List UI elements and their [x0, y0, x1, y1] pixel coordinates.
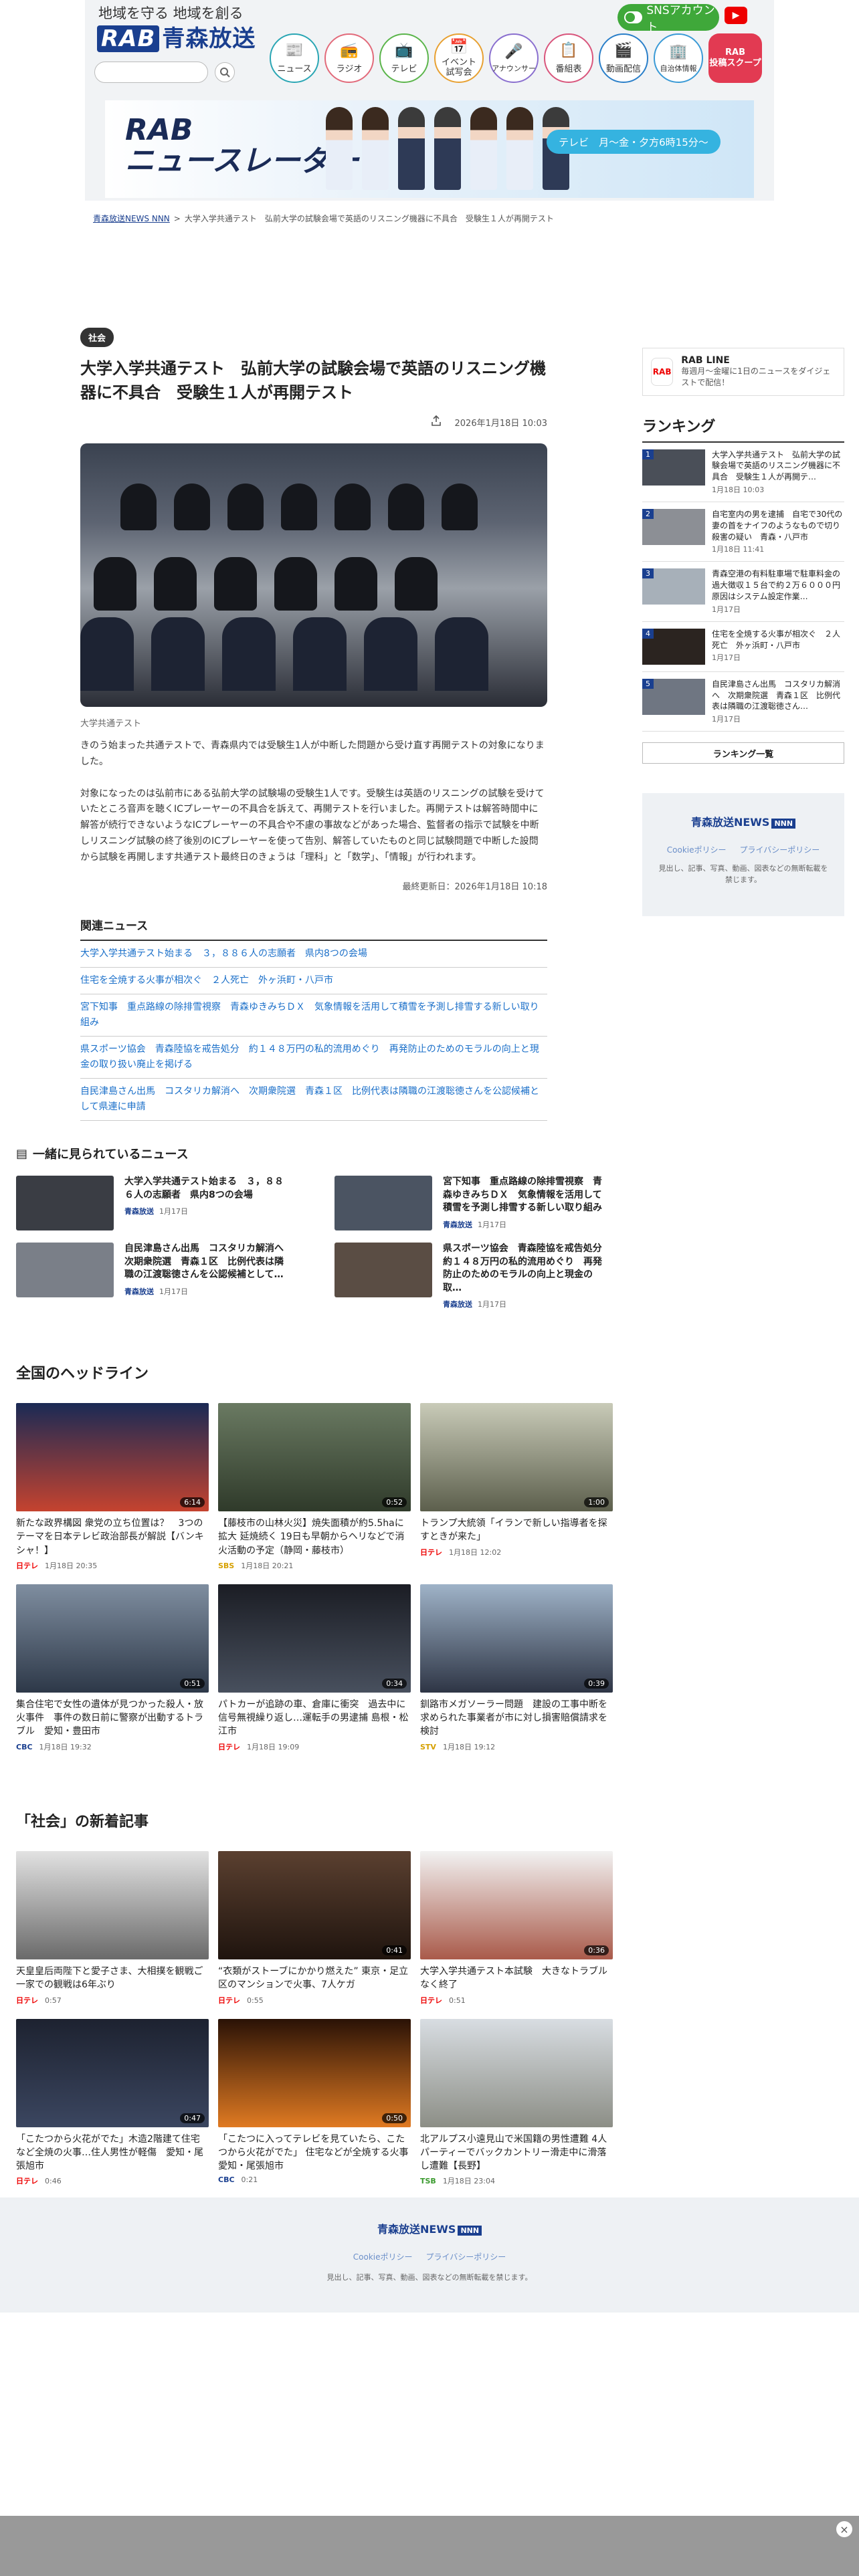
news-card[interactable]: 0:51 集合住宅で女性の遺体が見つかった殺人・放火事件 事件の数日前に警察が出動…	[16, 1584, 209, 1752]
rab-line-logo: RAB	[651, 357, 674, 386]
news-card[interactable]: 大学入学共通テスト始まる ３，８８６人の志願者 県内8つの会場 青森放送 1月17日	[16, 1176, 292, 1230]
anchors-image	[326, 107, 569, 190]
together-heading: 一緒に見られているニュース	[33, 1148, 189, 1162]
ranking-item[interactable]: 1 大学入学共通テスト 弘前大学の試験会場で英語のリスニング機器に不具合 受験生１…	[642, 443, 844, 502]
news-card[interactable]: 0:52 【藤枝市の山林火災】焼失面積が約5.5haに拡大 延焼続く 19日も早朝…	[218, 1403, 411, 1571]
building-icon: 🏢	[669, 43, 688, 60]
microphone-icon: 🎤	[504, 43, 523, 60]
news-card[interactable]: 北アルプス小遠見山で米国籍の男性遭難 4人パーティーでバックカントリー滑走中に滑…	[420, 2018, 613, 2187]
society-news: 「社会」の新着記事 天皇皇后両陛下と愛子さま、大相撲を観戦ご一家での観戦は6年ぶ…	[16, 1810, 613, 2187]
national-headlines: 全国のヘッドライン 6:14 新たな政界構図 衆党の立ち位置は？ 3つのテーマを日…	[16, 1362, 613, 1752]
sns-account-button[interactable]: SNSアカウント	[617, 4, 719, 34]
paragraph: きのう始まった共通テストで、青森県内では受験生1人が中断した問題から受け直す再開…	[80, 740, 545, 767]
nav-program-guide[interactable]: 📋 番組表	[544, 33, 593, 83]
nav-events[interactable]: 📅 イベント 試写会	[434, 33, 484, 83]
sidebar-brand-box: 青森放送NEWS NNN Cookieポリシー プライバシーポリシー 見出し、記事、…	[642, 793, 844, 917]
news-card[interactable]: 天皇皇后両陛下と愛子さま、大相撲を観戦ご一家での観戦は6年ぶり 日テレ 0:57	[16, 1851, 209, 2006]
privacy-policy-link[interactable]: プライバシーポリシー	[739, 844, 820, 855]
youtube-icon[interactable]: ▶	[725, 7, 747, 24]
search-icon[interactable]	[215, 62, 235, 82]
related-link[interactable]: 大学入学共通テスト始まる ３，８８６人の志願者 県内8つの会場	[80, 941, 547, 968]
article-body: きのう始まった共通テストで、青森県内では受験生1人が中断した問題から受け直す再開…	[80, 738, 547, 866]
category-badge[interactable]: 社会	[80, 328, 114, 347]
ranking-more-button[interactable]: ランキング一覧	[642, 742, 844, 764]
news-card[interactable]: 県スポーツ協会 青森陸協を戒告処分 約１４８万円の私的流用めぐり 再発防止のため…	[335, 1243, 611, 1309]
brand-logo: 青森放送NEWS NNN	[642, 813, 844, 829]
related-link[interactable]: 宮下知事 重点路線の除排雪視察 青森ゆきみちＤＸ 気象情報を活用して積雪を予測し…	[80, 994, 547, 1037]
news-card[interactable]: 0:50 「こたつに入ってテレビを見ていたら、こたつから火花がでた」 住宅などが全…	[218, 2018, 417, 2187]
footer-cookie-link[interactable]: Cookieポリシー	[353, 2251, 413, 2262]
nav-radio[interactable]: 📻 ラジオ	[324, 33, 374, 83]
nav-municipal[interactable]: 🏢 自治体情報	[654, 33, 703, 83]
news-radar-banner[interactable]: RAB ニュースレーダー テレビ 月〜金・夕方6時15分〜	[105, 100, 754, 198]
copyright-note: 見出し、記事、写真、動画、図表などの無断転載を禁じます。	[658, 864, 828, 884]
breadcrumb: 青森放送NEWS NNN > 大学入学共通テスト 弘前大学の試験会場で英語のリスニン…	[93, 214, 554, 223]
nav-video[interactable]: 🎬 動画配信	[599, 33, 648, 83]
list-icon: ▤	[16, 1146, 28, 1161]
related-news: 関連ニュース 大学入学共通テスト始まる ３，８８６人の志願者 県内8つの会場 住…	[80, 916, 547, 1121]
nav-news[interactable]: 📰 ニュース	[270, 33, 319, 83]
site-footer: 青森放送NEWS NNN Cookieポリシー プライバシーポリシー 見出し、記事、…	[0, 2197, 859, 2313]
nav-announcers[interactable]: 🎤 アナウンサー	[489, 33, 539, 83]
news-card[interactable]: 自民津島さん出馬 コスタリカ解消へ 次期衆院選 青森１区 比例代表は隣職の江渡聡…	[16, 1243, 293, 1309]
ad-overlay: ×	[0, 2516, 859, 2576]
news-card[interactable]: 6:14 新たな政界構図 衆党の立ち位置は？ 3つのテーマを日本テレビ政治部長が解…	[16, 1403, 209, 1571]
site-header: 地域を守る 地域を創る RAB 青森放送 SNSアカウント ▶ 📰 ニュース 📻 ラジ…	[85, 0, 774, 201]
sidebar: RAB RAB LINE 毎週月〜金曜に1日のニュースをダイジェストで配信！ ラン…	[642, 348, 848, 917]
banner-title: RAB ニュースレーダー	[125, 113, 359, 179]
site-logo[interactable]: RAB 青森放送	[97, 20, 256, 53]
radio-icon: 📻	[340, 42, 359, 59]
ranking-item[interactable]: 3 青森空港の有料駐車場で駐車料金の過大徴収１５台で約２万６０００円 原因はシステ…	[642, 562, 848, 622]
related-link[interactable]: 自民津島さん出馬 コスタリカ解消へ 次期衆院選 青森１区 比例代表は隣職の江渡聡…	[80, 1079, 547, 1121]
news-card[interactable]: 宮下知事 重点路線の除排雪視察 青森ゆきみちＤＸ 気象情報を活用して積雪を予測し…	[335, 1176, 610, 1230]
news-card[interactable]: 0:41 “衣類がストーブにかかり燃えた” 東京・足立区のマンションで火事、7人ケ…	[218, 1851, 411, 2006]
footer-copyright: 見出し、記事、写真、動画、図表などの無断転載を禁じます。	[326, 2273, 533, 2282]
news-card[interactable]: 0:36 大学入学共通テスト本試験 大きなトラブルなく終了 日テレ 0:51	[420, 1851, 613, 2006]
article-image	[80, 443, 547, 707]
breadcrumb-home[interactable]: 青森放送NEWS NNN	[93, 214, 170, 223]
list-icon: 📋	[559, 42, 578, 59]
related-link[interactable]: 住宅を全焼する火事が相次ぐ ２人死亡 外ヶ浜町・八戸市	[80, 968, 547, 994]
cookie-policy-link[interactable]: Cookieポリシー	[667, 844, 727, 855]
main-nav: 📰 ニュース 📻 ラジオ 📺 テレビ 📅 イベント 試写会 🎤 アナウンサー 📋 番組表 🎬…	[270, 33, 762, 83]
search-box	[94, 62, 255, 83]
breadcrumb-current: 大学入学共通テスト 弘前大学の試験会場で英語のリスニング機器に不具合 受験生１人…	[184, 214, 554, 223]
share-icon[interactable]	[431, 415, 442, 429]
news-card[interactable]: 0:39 釧路市メガソーラー問題 建設の工事中断を求められた事業者が市に対し損害賠…	[420, 1584, 613, 1752]
ranking-item[interactable]: 5 自民津島さん出馬 コスタリカ解消へ 次期衆院選 青森１区 比例代表は隣職の江渡…	[642, 672, 844, 732]
toggle-icon	[624, 11, 643, 23]
published-date: 2026年1月18日 10:03	[454, 418, 548, 429]
society-heading: 「社会」の新着記事	[16, 1814, 149, 1830]
related-heading: 関連ニュース	[80, 916, 547, 941]
national-heading: 全国のヘッドライン	[16, 1366, 149, 1382]
banner-caption: テレビ 月〜金・夕方6時15分〜	[547, 130, 721, 154]
ranking-item[interactable]: 2 自宅室内の男を逮捕 自宅で30代の妻の首をナイフのようなもので切り殺害の疑い …	[642, 502, 844, 562]
calendar-icon: 📅	[450, 39, 468, 56]
news-card[interactable]: 0:34 パトカーが追跡の車、倉庫に衝突 過去中に信号無視繰り返し…運転手の男逮捕…	[218, 1584, 411, 1752]
updated-date: 最終更新日：2026年1月18日 10:18	[402, 881, 548, 892]
tv-icon: 📺	[395, 42, 413, 59]
related-link[interactable]: 県スポーツ協会 青森陸協を戒告処分 約１４８万円の私的流用めぐり 再発防止のため…	[80, 1037, 547, 1079]
rab-line-banner[interactable]: RAB RAB LINE 毎週月〜金曜に1日のニュースをダイジェストで配信！	[642, 348, 844, 396]
newspaper-icon: 📰	[285, 42, 304, 59]
together-news: ▤ 一緒に見られているニュース 大学入学共通テスト始まる ３，８８６人の志願者 県…	[16, 1145, 611, 1309]
footer-brand-logo[interactable]: 青森放送NEWS NNN	[0, 2220, 859, 2236]
article-title: 大学入学共通テスト 弘前大学の試験会場で英語のリスニング機器に不具合 受験生１人…	[80, 359, 546, 402]
rab-scoop-button[interactable]: RAB 投稿スクープ	[708, 33, 762, 83]
search-input[interactable]	[94, 62, 208, 83]
article: 社会 大学入学共通テスト 弘前大学の試験会場で英語のリスニング機器に不具合 受験…	[80, 328, 547, 1121]
image-caption: 大学共通テスト	[80, 719, 142, 729]
footer-privacy-link[interactable]: プライバシーポリシー	[425, 2251, 506, 2262]
news-card[interactable]: 0:47 「こたつから火花がでた」木造2階建て住宅など全焼の火事…住人男性が軽傷 …	[16, 2018, 209, 2187]
nav-tv[interactable]: 📺 テレビ	[379, 33, 429, 83]
ranking-heading: ランキング	[642, 415, 844, 443]
news-card[interactable]: 1:00 トランプ大統領「イランで新しい指導者を探すときが来た」 日テレ 1月18日 …	[420, 1403, 613, 1571]
ranking-item[interactable]: 4 住宅を全焼する火事が相次ぐ ２人死亡 外ヶ浜町・八戸市 1月17日	[642, 622, 844, 672]
ranking: ランキング 1 大学入学共通テスト 弘前大学の試験会場で英語のリスニング機器に不具…	[642, 415, 848, 764]
video-icon: 🎬	[614, 42, 633, 59]
article-meta: 2026年1月18日 10:03	[80, 415, 547, 429]
paragraph: 対象になったのは弘前市にある弘前大学の試験場の受験生1人です。受験生は英語のリス…	[80, 788, 545, 863]
close-icon[interactable]: ×	[836, 2521, 852, 2537]
